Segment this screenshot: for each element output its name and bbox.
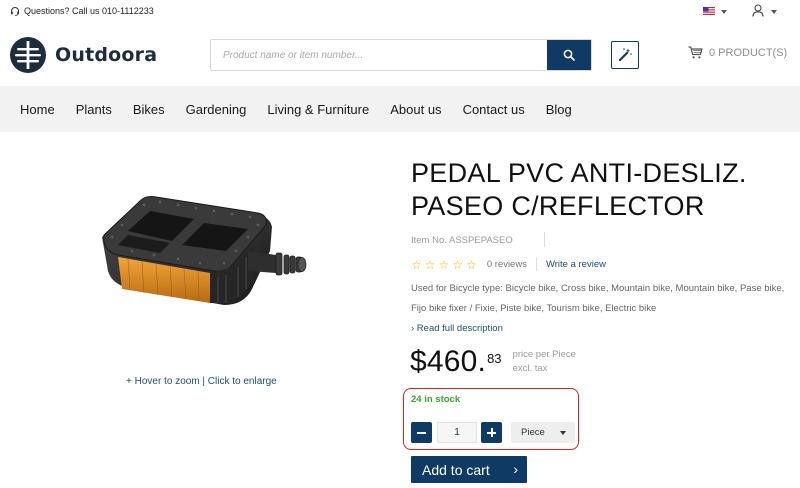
main-nav: Home Plants Bikes Gardening Living & Fur… — [0, 86, 800, 132]
stock-status: 24 in stock — [411, 394, 461, 405]
price-cents: 83 — [487, 351, 502, 366]
quantity-increase-button[interactable] — [481, 422, 502, 443]
search-button[interactable] — [547, 40, 591, 70]
contact-text: Questions? Call us 010-1112233 — [24, 6, 154, 16]
cart-count: 0 PRODUCT(S) — [709, 46, 788, 59]
price-unit: price per Piece excl. tax — [513, 348, 576, 376]
tax-note: excl. tax — [512, 363, 548, 374]
star-icon: ☆ — [438, 257, 450, 272]
item-number-text: Item No. ASSPEPASEO — [411, 235, 513, 246]
product-title: PEDAL PVC ANTI-DESLIZ. PASEO C/REFLECTOR — [411, 158, 747, 221]
chevron-right-icon: › — [513, 461, 518, 477]
rating-row: ☆ ☆ ☆ ☆ ☆ 0 reviews Write a review — [411, 258, 606, 271]
us-flag-icon[interactable] — [703, 7, 715, 15]
chevron-down-icon — [560, 431, 566, 435]
nav-item-living-furniture[interactable]: Living & Furniture — [267, 102, 369, 117]
logo-text: Outdoora — [55, 44, 158, 66]
unit-select-value: Piece — [521, 427, 545, 438]
quantity-input[interactable] — [437, 422, 477, 443]
search-icon — [563, 49, 575, 61]
magic-wand-icon — [618, 48, 632, 62]
nav-item-home[interactable]: Home — [20, 102, 55, 117]
price-unit-line: price per Piece — [512, 349, 576, 360]
item-number: Item No. ASSPEPASEO — [411, 232, 545, 247]
language-chevron-down-icon[interactable] — [721, 10, 727, 14]
star-icon: ☆ — [452, 257, 464, 272]
star-icon: ☆ — [424, 257, 436, 272]
divider — [544, 232, 545, 247]
star-icon: ☆ — [466, 257, 477, 272]
add-to-cart-label: Add to cart — [422, 461, 490, 478]
shopping-cart-icon — [688, 46, 703, 59]
review-count[interactable]: 0 reviews — [487, 259, 527, 270]
write-review-link[interactable]: Write a review — [546, 259, 606, 270]
search-input[interactable] — [211, 40, 547, 70]
nav-item-about-us[interactable]: About us — [390, 102, 441, 117]
nav-item-plants[interactable]: Plants — [76, 102, 112, 117]
user-icon[interactable] — [752, 4, 764, 17]
zoom-hint[interactable]: + Hover to zoom | Click to enlarge — [126, 376, 277, 387]
nav-item-contact-us[interactable]: Contact us — [463, 102, 525, 117]
account-chevron-down-icon[interactable] — [771, 10, 777, 14]
search-bar — [210, 39, 592, 71]
product-description: Used for Bicycle type: Bicycle bike, Cro… — [411, 283, 785, 314]
star-icon: ☆ — [411, 257, 422, 272]
logo-tree-icon — [10, 37, 46, 73]
price-block: $460. 83 price per Piece excl. tax — [410, 343, 576, 381]
price-amount: $460. — [410, 345, 487, 378]
unit-select[interactable]: Piece — [511, 422, 575, 443]
quantity-decrease-button[interactable] — [411, 422, 432, 443]
read-full-description-link[interactable]: › Read full description — [411, 323, 503, 334]
nav-item-gardening[interactable]: Gardening — [186, 102, 247, 117]
site-logo[interactable]: Outdoora — [9, 36, 157, 74]
add-to-cart-button[interactable]: Add to cart › — [411, 456, 527, 483]
contact-info: Questions? Call us 010-1112233 — [10, 6, 154, 16]
nav-item-blog[interactable]: Blog — [546, 102, 572, 117]
headset-icon — [11, 7, 19, 16]
magic-wand-button[interactable] — [611, 41, 639, 69]
nav-item-bikes[interactable]: Bikes — [133, 102, 165, 117]
divider — [535, 258, 537, 271]
cart-link[interactable]: 0 PRODUCT(S) — [688, 46, 787, 59]
product-image[interactable] — [98, 185, 310, 313]
star-rating[interactable]: ☆ ☆ ☆ ☆ ☆ — [411, 259, 477, 271]
top-bar: Questions? Call us 010-1112233 — [0, 0, 800, 24]
